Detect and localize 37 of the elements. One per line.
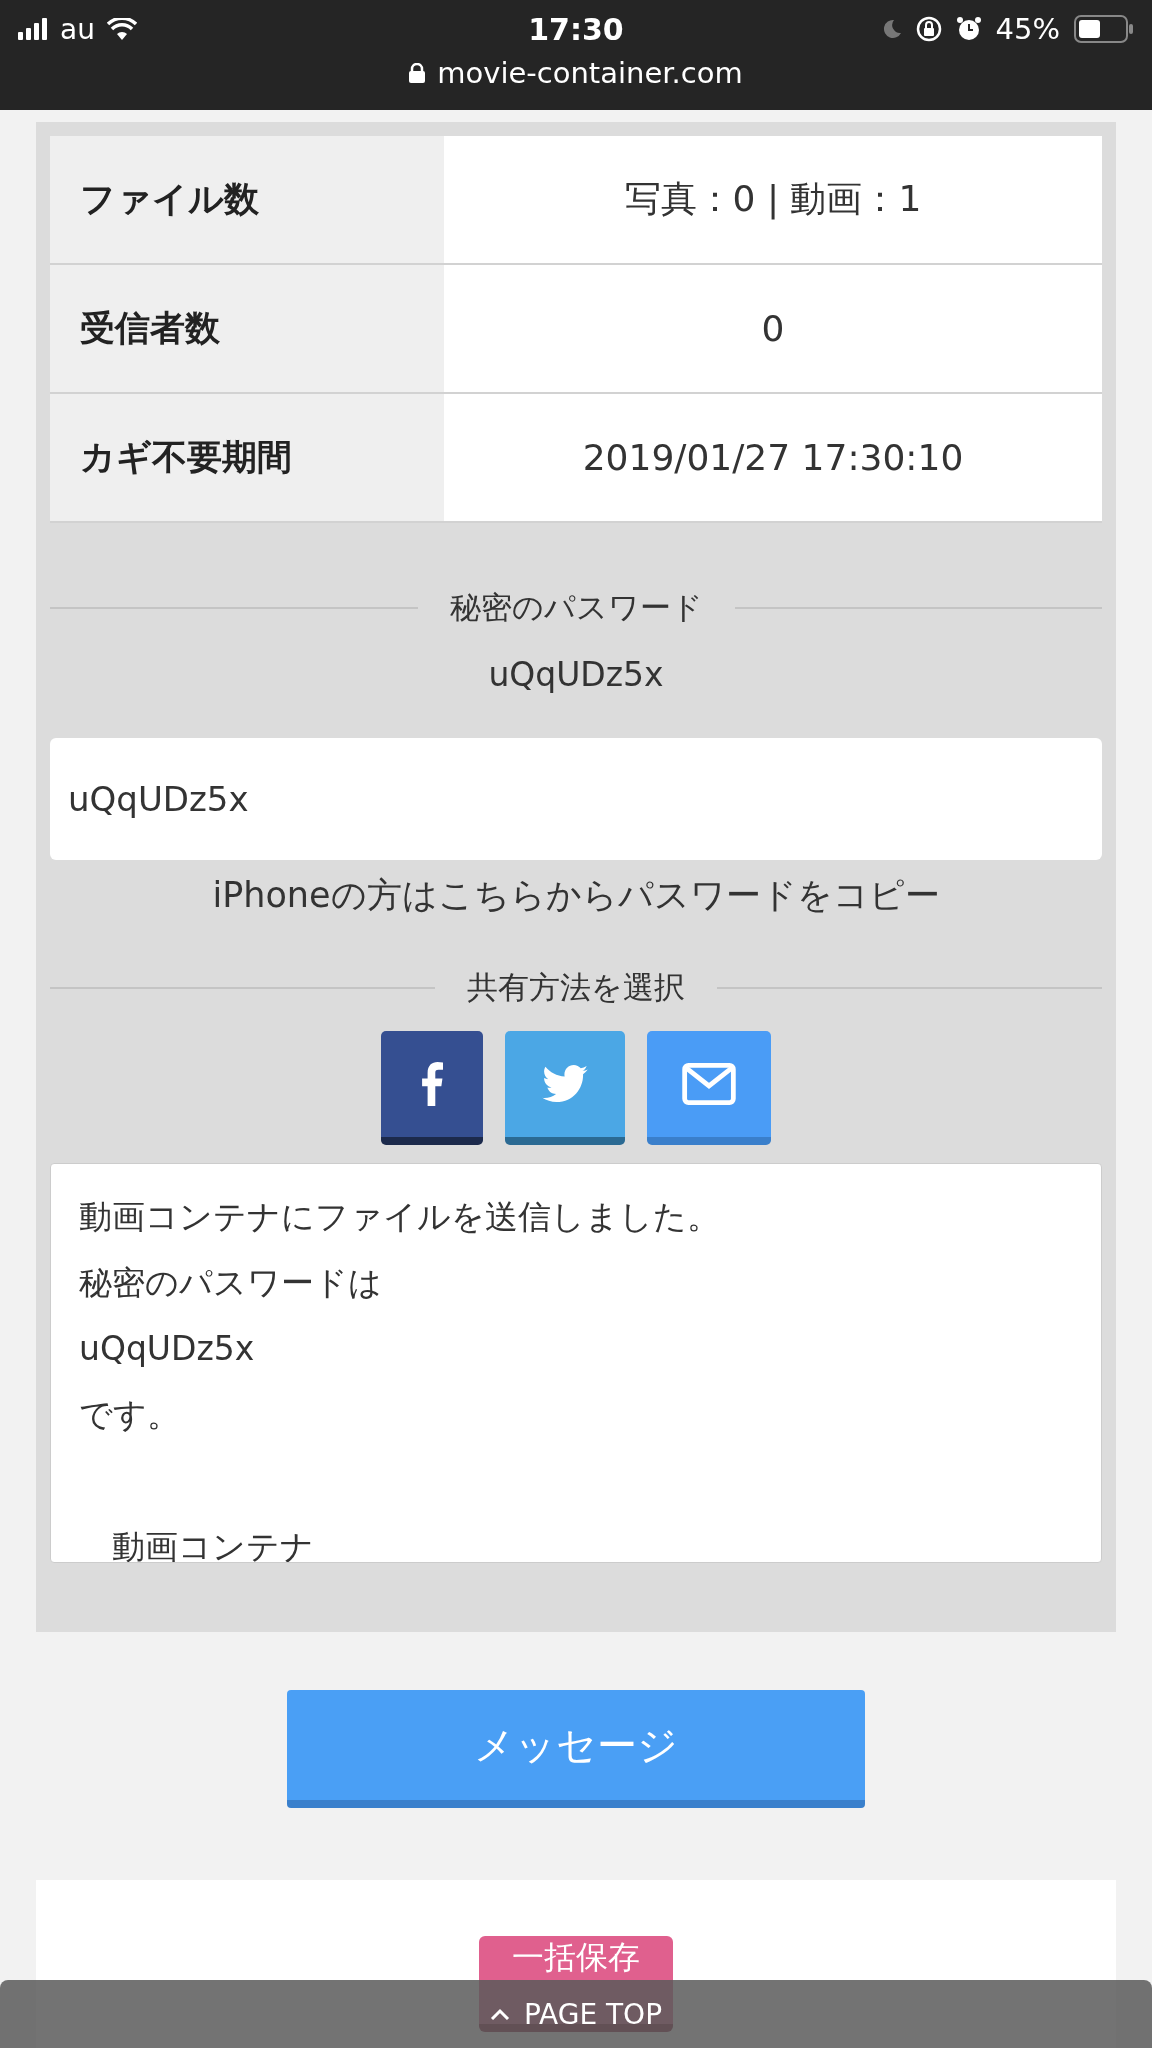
battery-icon bbox=[1074, 15, 1134, 43]
table-cell-text: 写真：0 | 動画：1 bbox=[623, 177, 923, 222]
message-line: 動画コンテナ bbox=[111, 1527, 314, 1562]
message-line: uQqUDz5x bbox=[79, 1329, 255, 1368]
rotation-lock-icon bbox=[915, 16, 942, 42]
alarm-icon bbox=[955, 16, 982, 42]
clock-time: 17:30 bbox=[528, 11, 624, 47]
copy-link[interactable]: iPhoneの方はこちらからパスワードをコピー bbox=[212, 875, 940, 915]
section-heading: 秘密のパスワード bbox=[449, 588, 703, 627]
caret-icon bbox=[489, 2008, 510, 2020]
table-cell-text: 0 bbox=[760, 307, 786, 351]
facebook-share-button[interactable] bbox=[381, 1031, 483, 1145]
mail-share-button[interactable] bbox=[647, 1031, 771, 1145]
wifi-icon bbox=[106, 18, 137, 40]
page-top-overlay[interactable]: PAGE TOP bbox=[0, 1980, 1152, 2048]
moon-icon bbox=[881, 19, 902, 39]
lock-icon bbox=[409, 63, 426, 83]
table-cell-text: 2019/01/27 17:30:10 bbox=[581, 436, 965, 480]
url-text[interactable]: movie-container.com bbox=[437, 56, 743, 90]
twitter-share-button[interactable] bbox=[505, 1031, 625, 1145]
battery-percent: 45% bbox=[995, 12, 1060, 46]
mail-icon bbox=[682, 1063, 736, 1105]
f-logo-icon bbox=[421, 1062, 443, 1106]
table-label: カギ不要期間 bbox=[50, 394, 444, 521]
password-text: uQqUDz5x bbox=[487, 655, 665, 694]
password-field[interactable]: uQqUDz5x bbox=[50, 738, 1102, 860]
signal-icon bbox=[18, 18, 48, 40]
table-label: 受信者数 bbox=[50, 265, 444, 392]
table-label: ファイル数 bbox=[50, 136, 444, 263]
message-line: 動画コンテナにファイルを送信しました。 bbox=[79, 1197, 720, 1236]
section-heading: 共有方法を選択 bbox=[467, 968, 685, 1007]
message-textarea[interactable]: 動画コンテナにファイルを送信しました。 秘密のパスワードは uQqUDz5x です。 動画コンテナ bbox=[50, 1163, 1102, 1563]
bird-icon bbox=[542, 1065, 588, 1103]
message-line: です。 bbox=[79, 1395, 180, 1434]
carrier-name: au bbox=[60, 12, 95, 46]
page-top-label: PAGE TOP bbox=[523, 1997, 663, 2031]
message-line: 秘密のパスワードは bbox=[79, 1263, 382, 1302]
